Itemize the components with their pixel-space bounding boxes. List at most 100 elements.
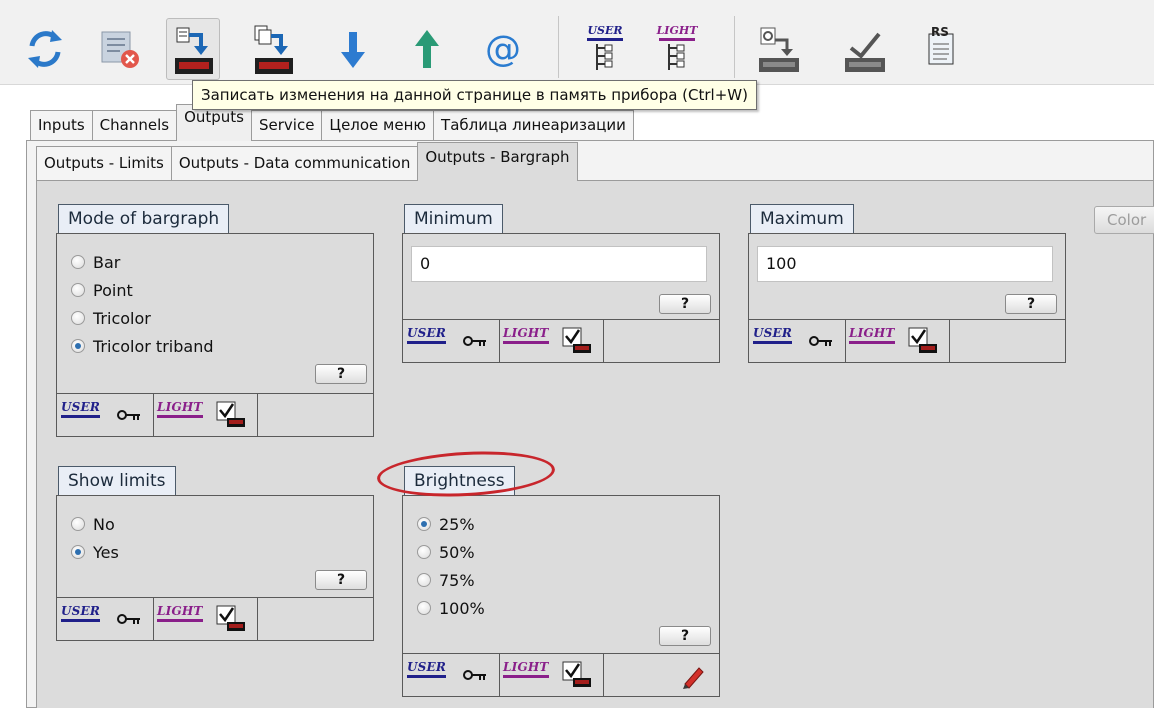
- key-icon: [117, 614, 140, 624]
- tab-linearization-table[interactable]: Таблица линеаризации: [433, 110, 634, 140]
- user-badge-icon: USER: [753, 326, 793, 344]
- light-badge-icon: LIGHT: [157, 604, 203, 622]
- toolbar-separator: [734, 16, 735, 78]
- brightness-option-100[interactable]: 100%: [417, 596, 485, 620]
- upload-button[interactable]: [400, 20, 454, 78]
- group-footer: USER LIGHT: [403, 653, 719, 696]
- light-menu-button[interactable]: LIGHT: [650, 20, 704, 78]
- clear-button[interactable]: [94, 20, 148, 78]
- light-cell: LIGHT: [845, 320, 950, 362]
- upload-arrow-icon: [415, 30, 439, 68]
- brightness-option-25[interactable]: 25%: [417, 512, 475, 536]
- brightness-option-50[interactable]: 50%: [417, 540, 475, 564]
- light-badge-icon: LIGHT: [503, 326, 549, 344]
- brightness-group: 25% 50% 75% 100% ? USER LIGHT: [402, 495, 720, 697]
- radio-button-selected[interactable]: [417, 517, 431, 531]
- key-icon: [809, 336, 832, 346]
- help-button[interactable]: ?: [1005, 294, 1057, 314]
- device-verify-icon: [845, 32, 885, 72]
- radio-button[interactable]: [71, 255, 85, 269]
- user-badge-icon: USER: [61, 400, 101, 418]
- checkbox-device-icon[interactable]: [561, 326, 593, 356]
- sub-tab-bar: Outputs - Limits Outputs - Data communic…: [36, 142, 578, 181]
- light-menu-icon: LIGHT: [656, 24, 699, 70]
- mode-option-tricolor-triband[interactable]: Tricolor triband: [71, 334, 213, 358]
- main-tab-bar: Inputs Channels Outputs Service Целое ме…: [30, 104, 634, 141]
- checkbox-device-icon[interactable]: [907, 326, 939, 356]
- access-cell: USER: [57, 394, 154, 436]
- user-badge-icon: USER: [407, 660, 447, 678]
- maximum-group: 100 ? USER LIGHT: [748, 233, 1066, 363]
- help-button[interactable]: ?: [659, 294, 711, 314]
- help-button[interactable]: ?: [659, 626, 711, 646]
- write-page-button[interactable]: [166, 18, 220, 80]
- light-cell: LIGHT: [153, 598, 258, 640]
- write-all-button[interactable]: [246, 20, 300, 78]
- device-verify-button[interactable]: [838, 20, 892, 78]
- key-icon: [117, 410, 140, 420]
- subtab-outputs-limits[interactable]: Outputs - Limits: [36, 146, 172, 180]
- edit-pencil-icon[interactable]: [679, 662, 707, 690]
- download-button[interactable]: [326, 20, 380, 78]
- subtab-outputs-bargraph[interactable]: Outputs - Bargraph: [417, 142, 578, 181]
- user-menu-button[interactable]: USER: [578, 20, 632, 78]
- radio-button-selected[interactable]: [71, 545, 85, 559]
- user-badge-icon: USER: [61, 604, 101, 622]
- checkbox-device-icon[interactable]: [561, 660, 593, 690]
- email-icon: @: [485, 29, 521, 70]
- clear-list-icon: [101, 31, 139, 68]
- brightness-option-75[interactable]: 75%: [417, 568, 475, 592]
- device-config-button[interactable]: [752, 20, 806, 78]
- user-menu-label: USER: [587, 24, 622, 37]
- write-page-to-device-icon: [175, 27, 213, 74]
- light-badge-icon: LIGHT: [849, 326, 895, 344]
- mode-option-bar[interactable]: Bar: [71, 250, 120, 274]
- radio-button-selected[interactable]: [71, 339, 85, 353]
- light-cell: LIGHT: [153, 394, 258, 436]
- help-button[interactable]: ?: [315, 364, 367, 384]
- radio-button[interactable]: [71, 283, 85, 297]
- radio-button[interactable]: [417, 545, 431, 559]
- light-cell: LIGHT: [499, 654, 604, 696]
- mode-group-title: Mode of bargraph: [58, 204, 230, 234]
- refresh-icon: [28, 30, 62, 68]
- maximum-group-title: Maximum: [750, 204, 854, 234]
- access-cell: USER: [403, 320, 500, 362]
- tab-channels[interactable]: Channels: [91, 110, 178, 140]
- svg-text:@: @: [485, 29, 521, 70]
- color-button[interactable]: Color: [1094, 206, 1154, 234]
- tab-service[interactable]: Service: [250, 110, 323, 140]
- tab-whole-menu[interactable]: Целое меню: [321, 110, 435, 140]
- radio-button[interactable]: [417, 573, 431, 587]
- light-badge-icon: LIGHT: [157, 400, 203, 418]
- light-badge-icon: LIGHT: [503, 660, 549, 678]
- help-button[interactable]: ?: [315, 570, 367, 590]
- subtab-outputs-data-communication[interactable]: Outputs - Data communication: [170, 146, 419, 180]
- email-button[interactable]: @: [476, 20, 530, 78]
- access-cell: USER: [57, 598, 154, 640]
- light-menu-label: LIGHT: [656, 24, 699, 37]
- user-menu-icon: USER: [587, 24, 623, 70]
- radio-button[interactable]: [71, 311, 85, 325]
- radio-button[interactable]: [71, 517, 85, 531]
- key-icon: [463, 336, 486, 346]
- show-limits-option-no[interactable]: No: [71, 512, 115, 536]
- rs-document-button[interactable]: RS: [912, 20, 966, 78]
- checkbox-device-icon[interactable]: [215, 400, 247, 430]
- download-arrow-icon: [341, 32, 365, 68]
- minimum-input[interactable]: 0: [411, 246, 707, 282]
- access-cell: USER: [403, 654, 500, 696]
- minimum-group: 0 ? USER LIGHT: [402, 233, 720, 363]
- mode-option-tricolor[interactable]: Tricolor: [71, 306, 151, 330]
- refresh-button[interactable]: [18, 20, 72, 78]
- group-footer: USER LIGHT: [57, 393, 373, 436]
- checkbox-device-icon[interactable]: [215, 604, 247, 634]
- tab-inputs[interactable]: Inputs: [30, 110, 93, 140]
- show-limits-option-yes[interactable]: Yes: [71, 540, 119, 564]
- key-icon: [463, 670, 486, 680]
- radio-button[interactable]: [417, 601, 431, 615]
- device-config-icon: [759, 27, 799, 72]
- mode-option-point[interactable]: Point: [71, 278, 133, 302]
- maximum-input[interactable]: 100: [757, 246, 1053, 282]
- access-cell: USER: [749, 320, 846, 362]
